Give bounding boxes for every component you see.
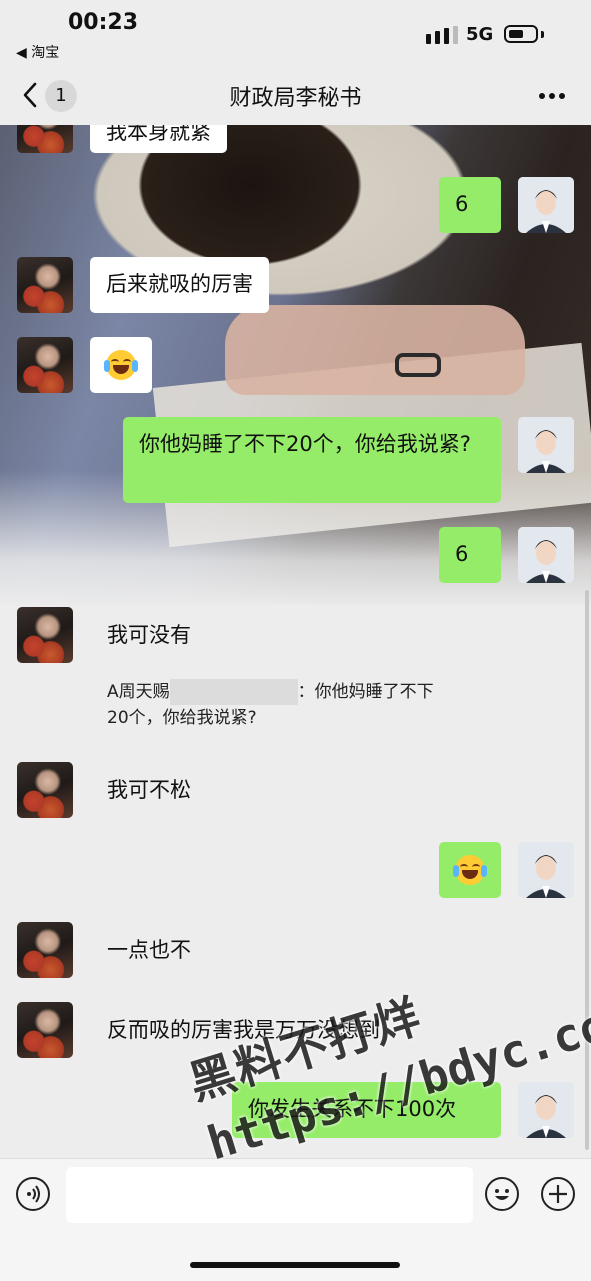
contact-avatar[interactable] [17, 257, 73, 313]
message-text[interactable]: 我可不松 [107, 775, 191, 805]
emoji-button[interactable] [485, 1177, 519, 1211]
plus-icon [549, 1185, 567, 1203]
voice-input-button[interactable] [16, 1177, 50, 1211]
message-bubble[interactable] [90, 337, 152, 393]
status-time: 00:23 [68, 10, 139, 35]
contact-avatar[interactable] [17, 337, 73, 393]
quote-separator: ： [297, 682, 315, 702]
tears-of-joy-emoji-icon [104, 350, 138, 380]
chat-title: 财政局李秘书 [229, 86, 362, 111]
voice-icon [27, 1185, 40, 1203]
message-text[interactable]: 一点也不 [107, 935, 191, 965]
unread-count-badge[interactable]: 1 [45, 80, 77, 112]
smiley-icon [495, 1189, 509, 1200]
signal-icon [426, 26, 458, 44]
my-avatar[interactable] [518, 177, 574, 233]
my-avatar[interactable] [518, 417, 574, 473]
more-options-icon[interactable] [538, 92, 566, 100]
contact-avatar[interactable] [17, 922, 73, 978]
more-functions-button[interactable] [541, 1177, 575, 1211]
my-avatar[interactable] [518, 527, 574, 583]
message-bubble[interactable]: 6 [439, 527, 501, 583]
message-bubble[interactable]: 后来就吸的厉害 [90, 257, 269, 313]
back-to-app-link[interactable]: ◀ 淘宝 [16, 42, 59, 62]
network-type: 5G [466, 24, 494, 45]
message-bubble[interactable]: 6 [439, 177, 501, 233]
tears-of-joy-emoji-icon [453, 855, 487, 885]
message-bubble[interactable] [439, 842, 501, 898]
quoted-message[interactable]: A周天赐 ：你他妈睡了不下 20个，你给我说紧? [107, 679, 487, 731]
quote-sender: A周天赐 [107, 682, 170, 702]
quote-text: 20个，你给我说紧? [107, 708, 257, 728]
message-bubble[interactable]: 你他妈睡了不下20个，你给我说紧? [123, 417, 501, 503]
home-indicator [190, 1262, 400, 1268]
redacted-block [169, 679, 298, 705]
my-avatar[interactable] [518, 842, 574, 898]
contact-avatar[interactable] [17, 1002, 73, 1058]
message-text[interactable]: 我可没有 [107, 620, 191, 650]
contact-avatar[interactable] [17, 762, 73, 818]
back-icon[interactable] [20, 80, 42, 110]
battery-icon [504, 25, 538, 43]
contact-avatar[interactable] [17, 607, 73, 663]
quote-text: 你他妈睡了不下 [314, 682, 434, 702]
